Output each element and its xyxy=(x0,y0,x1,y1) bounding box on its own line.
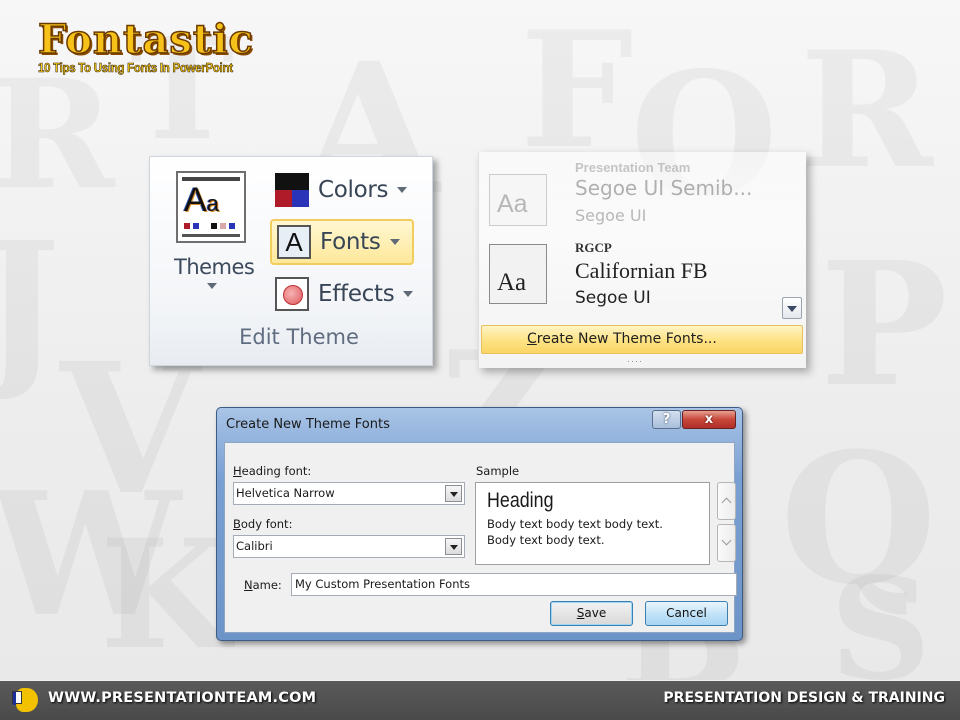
footer-tagline: PRESENTATION DESIGN & TRAINING xyxy=(663,690,945,706)
dropdown-arrow-icon xyxy=(207,283,217,289)
help-button[interactable]: ? xyxy=(652,410,681,429)
body-font-name: Segoe UI xyxy=(575,288,651,308)
create-new-theme-fonts-menu-item[interactable]: Create New Theme Fonts... xyxy=(481,325,803,354)
name-input[interactable]: My Custom Presentation Fonts xyxy=(291,573,737,596)
footer-bar: WWW.PRESENTATIONTEAM.COM PRESENTATION DE… xyxy=(0,681,960,720)
sample-preview: Heading Body text body text body text. B… xyxy=(475,482,710,565)
heading-font-name: Californian FB xyxy=(575,258,708,283)
dropdown-arrow-icon xyxy=(389,239,400,245)
themes-label: Themes xyxy=(174,255,255,279)
font-preview-thumbnail: Aa xyxy=(489,174,547,226)
website-link[interactable]: WWW.PRESENTATIONTEAM.COM xyxy=(48,690,316,706)
gallery-item-presentation-team[interactable]: Aa Presentation Team Segoe UI Semib... S… xyxy=(489,160,769,232)
close-button[interactable]: x xyxy=(682,410,736,429)
save-button[interactable]: Save xyxy=(550,601,633,626)
dialog-title: Create New Theme Fonts xyxy=(226,417,390,432)
sample-body-text: Body text body text body text. Body text… xyxy=(487,517,663,547)
name-label: Name: xyxy=(244,578,282,592)
swatch xyxy=(193,223,199,229)
theme-colors-icon xyxy=(275,173,309,207)
effects-label: Effects xyxy=(318,281,395,307)
swatch xyxy=(220,223,226,229)
body-font-label: Body font: xyxy=(233,517,293,531)
effects-button[interactable]: Effects xyxy=(270,271,414,317)
dropdown-arrow-icon xyxy=(403,291,414,297)
sample-scroll-down-button[interactable] xyxy=(717,524,736,562)
themes-button[interactable]: Aa Themes xyxy=(174,171,255,289)
theme-font-name: Presentation Team xyxy=(575,160,691,175)
group-label: Edit Theme xyxy=(239,325,359,349)
gallery-item-rgcp[interactable]: Aa RGCP Californian FB Segoe UI xyxy=(489,240,769,312)
themes-icon: Aa xyxy=(176,171,246,243)
fonts-label: Fonts xyxy=(320,229,381,255)
edit-theme-ribbon-group: Aa Themes Colors A Fonts Effects Edit Th… xyxy=(149,156,433,366)
body-font-name: Segoe UI xyxy=(575,206,647,225)
font-preview-thumbnail: Aa xyxy=(489,244,547,304)
swatch xyxy=(202,223,208,229)
heading-font-name: Segoe UI Semib... xyxy=(575,176,753,200)
theme-fonts-icon: A xyxy=(277,225,311,259)
colors-label: Colors xyxy=(318,177,389,203)
sample-label: Sample xyxy=(476,464,520,478)
cancel-button[interactable]: Cancel xyxy=(645,601,728,626)
logo-subtitle: 10 Tips To Using Fonts In PowerPoint xyxy=(38,60,234,76)
swatch xyxy=(184,223,190,229)
sample-scroll-up-button[interactable] xyxy=(717,482,736,520)
body-font-select[interactable]: Calibri xyxy=(233,535,465,558)
sample-heading: Heading xyxy=(487,489,554,512)
theme-effects-icon xyxy=(275,277,309,311)
gallery-scroll-down-button[interactable] xyxy=(782,297,802,319)
theme-swatches xyxy=(184,223,235,229)
theme-font-name: RGCP xyxy=(575,240,612,255)
swatch xyxy=(211,223,217,229)
chevron-down-icon[interactable] xyxy=(445,485,462,502)
dropdown-arrow-icon xyxy=(397,187,408,193)
swatch xyxy=(229,223,235,229)
fontastic-logo: Fontastic 10 Tips To Using Fonts In Powe… xyxy=(37,16,259,76)
resize-grip-icon[interactable]: ···· xyxy=(627,356,643,366)
fonts-button[interactable]: A Fonts xyxy=(270,219,414,265)
heading-font-label: Heading font: xyxy=(233,464,312,478)
chevron-down-icon[interactable] xyxy=(445,538,462,555)
colors-button[interactable]: Colors xyxy=(270,167,414,213)
heading-font-select[interactable]: Helvetica Narrow xyxy=(233,482,465,505)
theme-fonts-gallery: Aa Presentation Team Segoe UI Semib... S… xyxy=(478,152,806,368)
presentation-team-logo-icon xyxy=(10,688,38,712)
dialog-body: Heading font: Helvetica Narrow Body font… xyxy=(224,442,737,633)
logo-title: Fontastic xyxy=(37,16,254,63)
create-new-theme-fonts-dialog: Create New Theme Fonts ? x Heading font:… xyxy=(216,407,743,641)
